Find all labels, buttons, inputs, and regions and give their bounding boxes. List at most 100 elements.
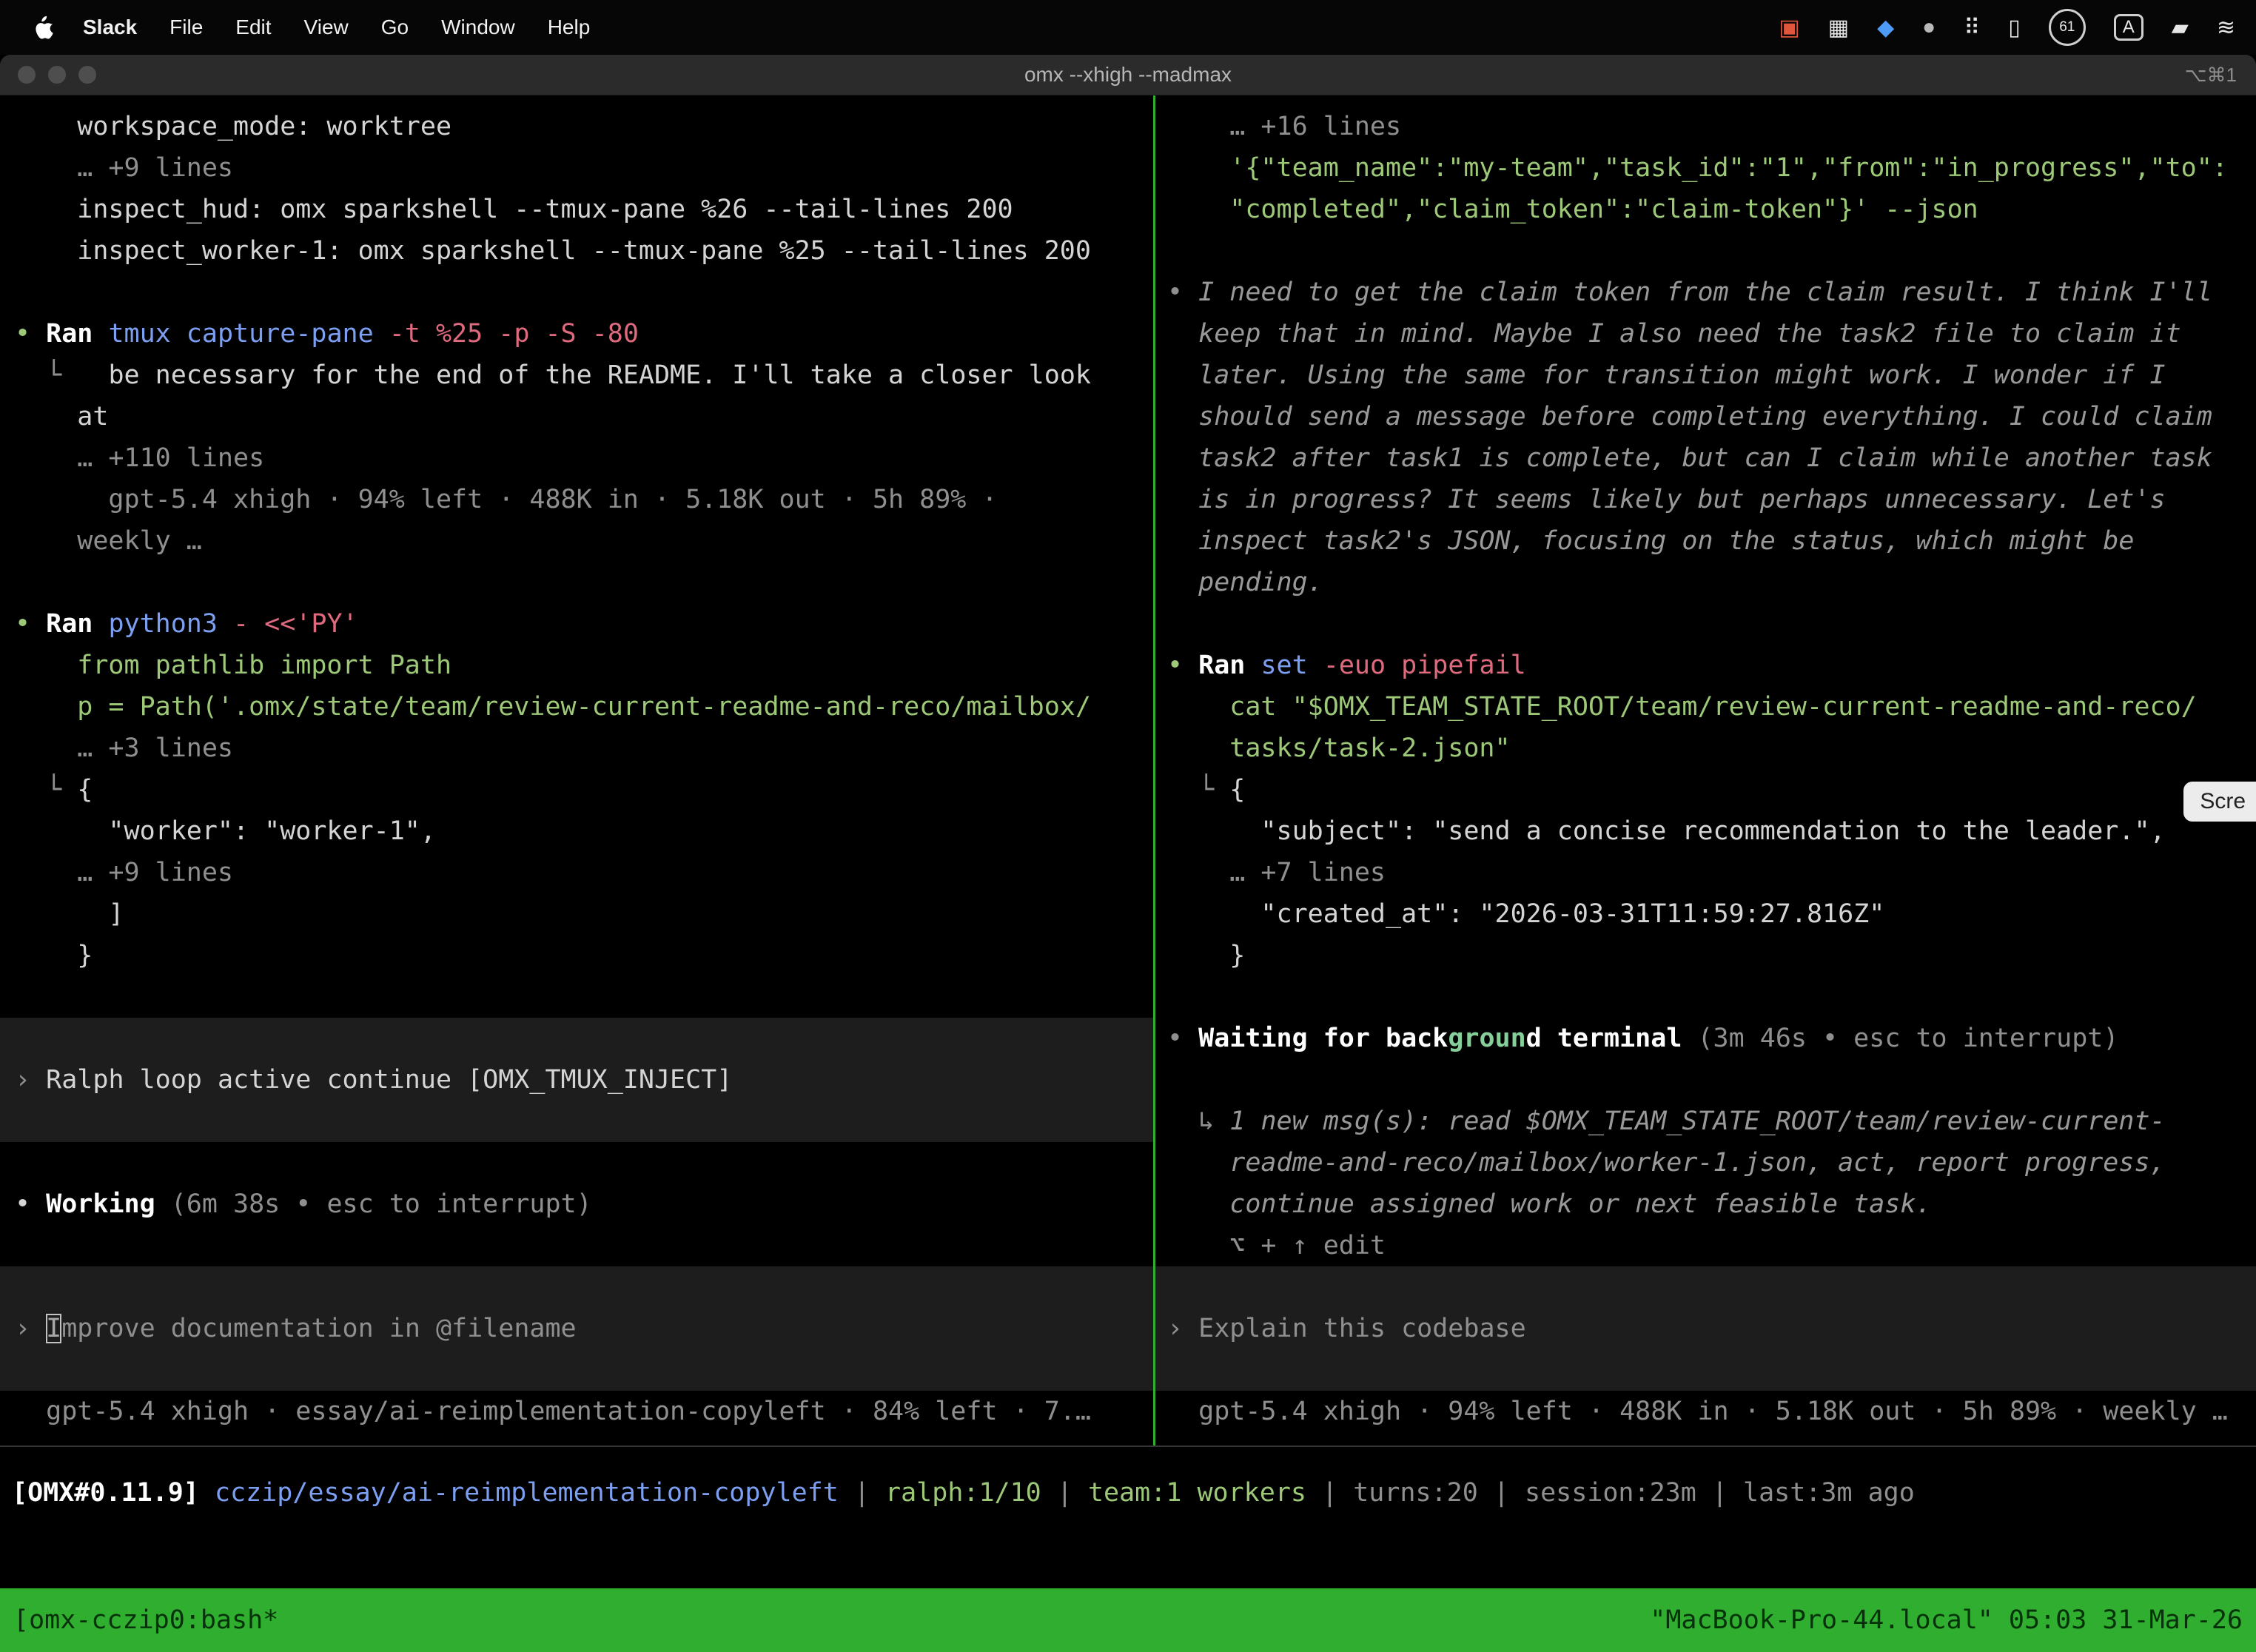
terminal-line: ]: [15, 893, 1153, 935]
tmux-statusbar: [omx-cczip0:bash* "MacBook-Pro-44.local"…: [0, 1588, 2256, 1652]
terminal-line: [1167, 1059, 2256, 1101]
terminal-line: • Ran set -euo pipefail: [1167, 645, 2256, 686]
text-segment: }: [15, 941, 93, 970]
terminal-line: is in progress? It seems likely but perh…: [1167, 479, 2256, 520]
text-segment: p = Path('.omx/state/team/review-current…: [15, 692, 1091, 722]
menu-window[interactable]: Window: [425, 16, 531, 39]
macos-menubar: Slack FileEditViewGoWindowHelp ▣ ▦ ◆ ● ⠿ ▯ 61 A…: [0, 0, 2256, 55]
text-segment: set: [1260, 651, 1323, 680]
screen-recording-indicator-icon[interactable]: ▣: [1779, 15, 1799, 41]
text-segment: Ran: [46, 609, 108, 639]
text-segment: keep that in mind. Maybe I also need the…: [1167, 319, 2181, 349]
text-segment: workspace_mode: worktree: [15, 112, 451, 141]
terminal-line: └ {: [15, 769, 1153, 810]
terminal-line: [15, 562, 1153, 603]
text-segment: ralph:1/10: [885, 1478, 1041, 1508]
terminal-line: at: [15, 396, 1153, 437]
text-segment: I need to get the claim token from the c…: [1198, 278, 2212, 307]
battery-percent-icon[interactable]: 61: [2049, 9, 2086, 46]
text-segment: last:3m ago: [1743, 1478, 1915, 1508]
terminal-line: tasks/task-2.json": [1167, 728, 2256, 769]
terminal-line: [1167, 230, 2256, 272]
close-button[interactable]: [18, 66, 36, 84]
terminal-line: }: [15, 935, 1153, 976]
zoom-button[interactable]: [78, 66, 96, 84]
tmux-session: workspace_mode: worktree … +9 lines insp…: [0, 95, 2256, 1446]
wifi-icon[interactable]: ≋: [2217, 15, 2235, 41]
terminal-line: … +9 lines: [15, 852, 1153, 893]
text-segment: cat "$OMX_TEAM_STATE_ROOT/team/review-cu…: [1167, 692, 2197, 722]
battery-icon[interactable]: ▰: [2172, 15, 2189, 41]
text-segment: at: [15, 402, 108, 432]
menu-go[interactable]: Go: [365, 16, 425, 39]
text-segment: - <<'PY': [233, 609, 358, 639]
text-segment: (6m 38s • esc to interrupt): [171, 1189, 592, 1219]
text-segment: d terminal: [1526, 1024, 1698, 1053]
text-segment: inspect task2's JSON, focusing on the st…: [1167, 526, 2134, 556]
text-segment: … +16 lines: [1167, 112, 1401, 141]
menu-edit[interactable]: Edit: [219, 16, 287, 39]
terminal-line: inspect task2's JSON, focusing on the st…: [1167, 520, 2256, 562]
prompt-suggestion[interactable]: › Explain this codebase: [1155, 1266, 2256, 1391]
right-pane[interactable]: … +16 lines '{"team_name":"my-team","tas…: [1155, 95, 2256, 1446]
minimize-button[interactable]: [48, 66, 66, 84]
text-segment: |: [839, 1478, 885, 1508]
text-segment: gpt-5.4 xhigh · 94% left · 488K in · 5.1…: [15, 485, 998, 514]
text-segment: gpt-5.4 xhigh · essay/ai-reimplementatio…: [15, 1397, 1091, 1426]
text-segment: ]: [15, 899, 124, 929]
text-segment: "created_at": "2026-03-31T11:59:27.816Z": [1167, 899, 1884, 929]
terminal-line: "subject": "send a concise recommendatio…: [1167, 810, 2256, 852]
text-segment: ›: [15, 1065, 46, 1095]
input-source-icon[interactable]: A: [2114, 14, 2143, 41]
window-grid-icon[interactable]: ▦: [1828, 15, 1849, 41]
terminal-line: └ {: [1167, 769, 2256, 810]
terminal-line: • Ran tmux capture-pane -t %25 -p -S -80: [15, 313, 1153, 355]
terminal-line: ↳ 1 new msg(s): read $OMX_TEAM_STATE_ROO…: [1167, 1101, 2256, 1142]
terminal-line: … +3 lines: [15, 728, 1153, 769]
terminal-line: • Ran python3 - <<'PY': [15, 603, 1153, 645]
spark-blue-icon[interactable]: ◆: [1877, 15, 1894, 41]
composer-input[interactable]: › Improve documentation in @filename: [0, 1266, 1153, 1391]
text-segment: inspect_hud: omx sparkshell --tmux-pane …: [15, 195, 1013, 224]
window-titlebar: omx --xhigh --madmax ⌥⌘1: [0, 55, 2256, 95]
omx-status-line: [OMX#0.11.9] cczip/essay/ai-reimplementa…: [0, 1447, 2256, 1514]
text-segment: turns:20: [1353, 1478, 1478, 1508]
text-segment: continue assigned work or next feasible …: [1167, 1189, 1932, 1219]
text-segment: mprove documentation in @filename: [61, 1314, 576, 1343]
text-segment: session:23m: [1525, 1478, 1696, 1508]
text-segment: weekly …: [15, 526, 202, 556]
terminal-line: gpt-5.4 xhigh · 94% left · 488K in · 5.1…: [15, 479, 1153, 520]
text-segment: cczip/essay/ai-reimplementation-copyleft: [215, 1478, 839, 1508]
text-segment: … +7 lines: [1167, 858, 1386, 887]
terminal-line: … +16 lines: [1167, 106, 2256, 147]
terminal-line: gpt-5.4 xhigh · essay/ai-reimplementatio…: [15, 1391, 1153, 1432]
left-pane[interactable]: workspace_mode: worktree … +9 lines insp…: [0, 95, 1153, 1446]
terminal-line: from pathlib import Path: [15, 645, 1153, 686]
text-segment: •: [15, 609, 46, 639]
tmux-host-clock: "MacBook-Pro-44.local" 05:03 31-Mar-26: [1650, 1605, 2243, 1635]
text-segment: └: [15, 775, 77, 805]
menu-file[interactable]: File: [153, 16, 219, 39]
key-icon[interactable]: ▯: [2008, 15, 2021, 41]
terminal-line: ⌥ + ↑ edit: [1167, 1225, 2256, 1266]
menu-help[interactable]: Help: [531, 16, 607, 39]
text-segment: ›: [1167, 1314, 1198, 1343]
terminal-line: }: [1167, 935, 2256, 976]
dots-grid-icon[interactable]: ⠿: [1964, 15, 1980, 41]
terminal-line: p = Path('.omx/state/team/review-current…: [15, 686, 1153, 728]
menu-list: FileEditViewGoWindowHelp: [153, 16, 606, 39]
screen-share-button[interactable]: Scre: [2183, 782, 2256, 822]
menu-view[interactable]: View: [288, 16, 365, 39]
text-segment: I: [46, 1314, 61, 1343]
terminal-line: [15, 1225, 1153, 1266]
apple-menu-icon[interactable]: [21, 16, 67, 39]
ghost-app-icon[interactable]: ●: [1922, 15, 1936, 40]
window-shortcut-hint: ⌥⌘1: [2185, 64, 2256, 87]
active-app-name[interactable]: Slack: [67, 16, 153, 39]
text-segment: •: [15, 319, 46, 349]
text-segment: }: [1167, 941, 1245, 970]
text-segment: •: [1167, 651, 1198, 680]
text-segment: pending.: [1167, 568, 1323, 597]
text-segment: python3: [108, 609, 233, 639]
traffic-lights: [0, 66, 96, 84]
